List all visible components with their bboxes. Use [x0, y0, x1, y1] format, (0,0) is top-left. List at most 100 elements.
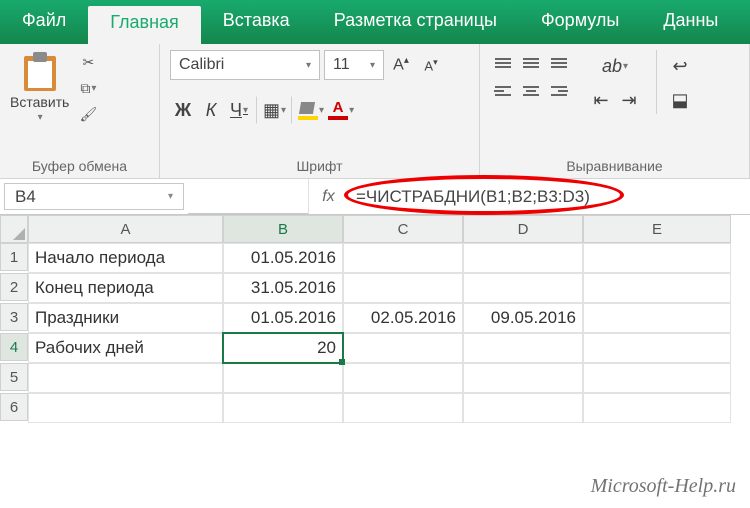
- underline-button[interactable]: Ч▾: [226, 96, 252, 124]
- cell-A4[interactable]: Рабочих дней: [28, 333, 223, 363]
- col-header-C[interactable]: C: [343, 215, 463, 243]
- scissors-icon: ✂: [82, 54, 94, 71]
- italic-button[interactable]: К: [198, 96, 224, 124]
- increase-indent-button[interactable]: ⇥: [616, 86, 642, 114]
- cell-D5[interactable]: [463, 363, 583, 393]
- cell-B5[interactable]: [223, 363, 343, 393]
- chevron-down-icon: ▾: [38, 112, 43, 123]
- cell-B2[interactable]: 31.05.2016: [223, 273, 343, 303]
- borders-icon: ▦: [263, 100, 280, 121]
- spreadsheet-grid[interactable]: A B C D E 1 Начало периода 01.05.2016 2 …: [0, 215, 750, 423]
- align-top-button[interactable]: [490, 50, 516, 76]
- formula-bar: B4 ▾ fx =ЧИСТРАБДНИ(B1;B2;B3:D3): [0, 179, 750, 215]
- ribbon-tabs: Файл Главная Вставка Разметка страницы Ф…: [0, 0, 750, 44]
- fill-icon: [298, 100, 318, 120]
- select-all-corner[interactable]: [0, 215, 28, 243]
- font-size-combo[interactable]: 11▾: [324, 50, 384, 80]
- cell-C1[interactable]: [343, 243, 463, 273]
- copy-icon: ⧉: [80, 80, 90, 97]
- chevron-down-icon: ▾: [319, 105, 324, 116]
- cell-B3[interactable]: 01.05.2016: [223, 303, 343, 333]
- cut-button[interactable]: ✂: [77, 52, 99, 72]
- tab-data[interactable]: Данны: [641, 0, 740, 44]
- row-header-3[interactable]: 3: [0, 303, 28, 331]
- cell-C3[interactable]: 02.05.2016: [343, 303, 463, 333]
- align-center-button[interactable]: [518, 78, 544, 104]
- align-middle-button[interactable]: [518, 50, 544, 76]
- cell-D2[interactable]: [463, 273, 583, 303]
- merge-icon: ⬓: [671, 90, 688, 111]
- group-label-font: Шрифт: [170, 156, 469, 176]
- watermark: Microsoft-Help.ru: [591, 475, 736, 498]
- name-box[interactable]: B4 ▾: [4, 183, 184, 210]
- indent-icon: ⇥: [621, 90, 636, 111]
- tab-file[interactable]: Файл: [0, 0, 88, 44]
- cell-E5[interactable]: [583, 363, 731, 393]
- align-left-button[interactable]: [490, 78, 516, 104]
- cell-E1[interactable]: [583, 243, 731, 273]
- cell-A2[interactable]: Конец периода: [28, 273, 223, 303]
- wrap-text-button[interactable]: ↩: [667, 52, 693, 80]
- cell-B1[interactable]: 01.05.2016: [223, 243, 343, 273]
- cell-E6[interactable]: [583, 393, 731, 423]
- col-header-E[interactable]: E: [583, 215, 731, 243]
- row-header-6[interactable]: 6: [0, 393, 28, 421]
- row-header-4[interactable]: 4: [0, 333, 28, 361]
- increase-font-icon: A▴: [393, 55, 409, 74]
- font-name-value: Calibri: [179, 56, 224, 74]
- cell-C4[interactable]: [343, 333, 463, 363]
- cell-A5[interactable]: [28, 363, 223, 393]
- cell-E4[interactable]: [583, 333, 731, 363]
- row-header-2[interactable]: 2: [0, 273, 28, 301]
- chevron-down-icon: ▾: [281, 105, 286, 116]
- decrease-indent-button[interactable]: ⇤: [588, 86, 614, 114]
- tab-home[interactable]: Главная: [88, 6, 201, 44]
- col-header-B[interactable]: B: [223, 215, 343, 243]
- brush-icon: 🖌: [79, 106, 97, 123]
- paste-button[interactable]: Вставить ▾: [10, 50, 69, 123]
- cell-B4[interactable]: 20: [223, 333, 343, 363]
- col-header-D[interactable]: D: [463, 215, 583, 243]
- bold-button[interactable]: Ж: [170, 96, 196, 124]
- increase-font-button[interactable]: A▴: [388, 51, 414, 79]
- orientation-button[interactable]: ab▾: [588, 52, 642, 80]
- group-clipboard: Вставить ▾ ✂ ⧉▾ 🖌 Буфер обмена: [0, 44, 160, 178]
- decrease-font-button[interactable]: A▾: [418, 51, 444, 79]
- chevron-down-icon: ▾: [623, 61, 628, 72]
- cell-A1[interactable]: Начало периода: [28, 243, 223, 273]
- font-name-combo[interactable]: Calibri▾: [170, 50, 320, 80]
- cell-C5[interactable]: [343, 363, 463, 393]
- cell-E3[interactable]: [583, 303, 731, 333]
- tab-insert[interactable]: Вставка: [201, 0, 312, 44]
- font-color-button[interactable]: A▾: [327, 96, 355, 124]
- align-bottom-button[interactable]: [546, 50, 572, 76]
- chevron-down-icon: ▾: [91, 83, 96, 94]
- align-right-button[interactable]: [546, 78, 572, 104]
- formula-input[interactable]: =ЧИСТРАБДНИ(B1;B2;B3:D3): [348, 179, 750, 214]
- cell-D6[interactable]: [463, 393, 583, 423]
- row-header-5[interactable]: 5: [0, 363, 28, 391]
- fill-color-button[interactable]: ▾: [291, 96, 325, 124]
- cell-D3[interactable]: 09.05.2016: [463, 303, 583, 333]
- cell-A6[interactable]: [28, 393, 223, 423]
- cell-E2[interactable]: [583, 273, 731, 303]
- outdent-icon: ⇤: [593, 90, 608, 111]
- copy-button[interactable]: ⧉▾: [77, 78, 99, 98]
- cell-A3[interactable]: Праздники: [28, 303, 223, 333]
- clipboard-icon: [19, 50, 61, 92]
- borders-button[interactable]: ▦▾: [256, 96, 287, 124]
- cell-D1[interactable]: [463, 243, 583, 273]
- paste-label: Вставить: [10, 94, 69, 110]
- merge-button[interactable]: ⬓: [667, 86, 693, 114]
- cell-B6[interactable]: [223, 393, 343, 423]
- name-box-value: B4: [15, 187, 36, 207]
- format-painter-button[interactable]: 🖌: [77, 104, 99, 124]
- tab-page-layout[interactable]: Разметка страницы: [312, 0, 519, 44]
- cell-C6[interactable]: [343, 393, 463, 423]
- row-header-1[interactable]: 1: [0, 243, 28, 271]
- col-header-A[interactable]: A: [28, 215, 223, 243]
- cell-C2[interactable]: [343, 273, 463, 303]
- tab-formulas[interactable]: Формулы: [519, 0, 641, 44]
- cell-D4[interactable]: [463, 333, 583, 363]
- fx-button[interactable]: fx: [308, 179, 348, 214]
